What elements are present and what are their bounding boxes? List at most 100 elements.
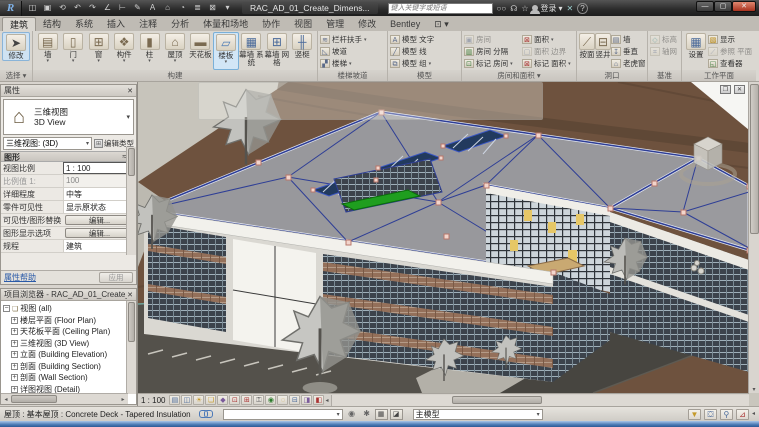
tab-structure[interactable]: 结构 (36, 17, 68, 31)
grid-button[interactable]: ⌗ 轴网 (650, 46, 679, 57)
model-group-button[interactable]: ⧉ 模型 组▾ (390, 58, 459, 69)
design-option-dropdown[interactable]: 主模型▾ (413, 409, 543, 420)
sign-in-button[interactable]: 登录 ▾ (532, 3, 562, 14)
tree-item-elevation[interactable]: + 立面 (Building Elevation) (3, 349, 136, 361)
display-options-edit-button[interactable]: 编辑... (65, 228, 134, 238)
restore-view-window-icon[interactable]: ❐ (720, 85, 731, 94)
tree-root-views[interactable]: − ❏ 视图 (all) (3, 303, 136, 315)
tag-area-button[interactable]: ⊠ 标记 面积▾ (522, 58, 574, 69)
model-line-button[interactable]: ╱ 模型 线 (390, 46, 459, 57)
tag-room-button[interactable]: ⊡ 标记 房间▾ (464, 58, 516, 69)
curtain-grid-button[interactable]: ⊞ 幕墙 网格 (264, 32, 289, 70)
collapse-icon[interactable]: − (3, 305, 10, 312)
curtain-system-button[interactable]: ▦ 幕墙 系统 (239, 32, 264, 70)
maximize-button[interactable]: ▢ (714, 1, 732, 12)
browser-close-icon[interactable]: ✕ (127, 291, 133, 299)
reveal-hidden-elements-icon[interactable]: ◌ (277, 395, 288, 405)
design-options-icon[interactable]: ▦ (375, 409, 388, 420)
temporary-view-properties-icon[interactable]: ◨ (301, 395, 312, 405)
tab-annotate[interactable]: 注释 (132, 17, 164, 31)
text-icon[interactable]: A (146, 2, 159, 14)
properties-help-link[interactable]: 属性帮助 (4, 272, 36, 283)
expand-icon[interactable]: + (11, 386, 18, 393)
tab-analyze[interactable]: 分析 (164, 17, 196, 31)
undo-icon[interactable]: ↶ (71, 2, 84, 14)
ramp-button[interactable]: ◺ 坡道 (320, 46, 385, 57)
binoculars-search-icon[interactable]: ○○ (497, 4, 507, 13)
tab-insert[interactable]: 插入 (100, 17, 132, 31)
vg-edit-button[interactable]: 编辑... (65, 215, 134, 225)
crop-view-icon[interactable]: ⊡ (229, 395, 240, 405)
tree-item-ceiling-plan[interactable]: + 天花板平面 (Ceiling Plan) (3, 326, 136, 338)
vertical-opening-button[interactable]: ↧ 垂直 (611, 46, 646, 57)
filter-icon[interactable]: ⊿ (736, 409, 749, 420)
visual-style-icon[interactable]: ◫ (181, 395, 192, 405)
properties-scrollbar[interactable] (126, 147, 136, 255)
redo-icon[interactable]: ↷ (86, 2, 99, 14)
column-button[interactable]: ▮ 柱▾ (137, 32, 162, 70)
thin-lines-icon[interactable]: ≣ (191, 2, 204, 14)
shadows-icon[interactable]: ❏ (205, 395, 216, 405)
panel-label-select[interactable]: 选择 ▾ (0, 70, 32, 81)
editable-only-person-icon[interactable]: ◉ (346, 409, 358, 420)
minimize-button[interactable]: — (696, 1, 714, 12)
expand-icon[interactable]: + (11, 340, 18, 347)
expand-icon[interactable]: + (11, 351, 18, 358)
type-selector-caret-icon[interactable]: ▾ (126, 113, 133, 121)
model-text-button[interactable]: A 模型 文字 (390, 34, 459, 45)
select-links-icon[interactable]: ▼ (688, 409, 701, 420)
select-underlay-icon[interactable]: ⛋ (704, 409, 717, 420)
close-hidden-windows-icon[interactable]: ⊠ (206, 2, 219, 14)
show-rendering-icon[interactable]: ◆ (217, 395, 228, 405)
communication-center-icon[interactable]: ☊ (510, 4, 517, 13)
panel-label-room-area[interactable]: 房间和面积 ▾ (462, 70, 576, 81)
dimension-icon[interactable]: ⊢ (116, 2, 129, 14)
worksharing-display-icon[interactable]: ⊟ (289, 395, 300, 405)
tab-modify[interactable]: 修改 (351, 17, 383, 31)
exchange-apps-icon[interactable]: ✕ (567, 4, 574, 13)
help-icon[interactable]: ? (577, 3, 587, 14)
locked-3d-view-icon[interactable]: ⚿ (253, 395, 264, 405)
default-3d-view-icon[interactable]: ⌂ (161, 2, 174, 14)
favorites-star-icon[interactable]: ☆ (521, 4, 528, 13)
dormer-opening-button[interactable]: ⌂ 老虎窗 (611, 58, 646, 69)
show-workplane-button[interactable]: ▧ 显示 (708, 34, 752, 45)
tag-icon[interactable]: ✎ (131, 2, 144, 14)
3d-view-scene[interactable] (138, 82, 749, 393)
mullion-button[interactable]: ╫ 竖梃 (290, 32, 315, 70)
close-view-window-icon[interactable]: ✕ (734, 85, 745, 94)
drawing-area[interactable]: ❐ ✕ ▾ 1 : 100 ▤ ◫ ☀ ❏ ◆ ⊡ ⊞ ⚿ ◉ ◌ ⊟ ◨ ◧ (137, 82, 759, 406)
window-button[interactable]: ⊞ 窗▾ (86, 32, 111, 70)
tab-architecture[interactable]: 建筑 (2, 17, 36, 31)
component-button[interactable]: ❖ 构件▾ (111, 32, 136, 70)
tree-item-detail[interactable]: + 详图视图 (Detail) (3, 384, 136, 394)
ref-plane-button[interactable]: ⟋ 参照 平面 (708, 46, 752, 57)
view-filter-dropdown[interactable]: 三维视图: (3D)▾ (3, 137, 92, 150)
room-separator-button[interactable]: ▥ 房间 分隔 (464, 46, 516, 57)
exclude-options-icon[interactable]: ◪ (390, 409, 403, 420)
canvas-hscrollbar[interactable] (331, 395, 749, 406)
level-button[interactable]: ◇ 标高 (650, 34, 679, 45)
search-input[interactable] (388, 3, 493, 14)
room-button[interactable]: ▣ 房间 (464, 34, 516, 45)
open-icon[interactable]: ◫ (26, 2, 39, 14)
area-boundary-button[interactable]: ▢ 面积 边界 (522, 46, 574, 57)
modify-button[interactable]: ➤ 修改 (2, 32, 30, 61)
type-selector[interactable]: ⌂ 三维视图 3D View ▾ (3, 99, 134, 135)
tab-view[interactable]: 视图 (287, 17, 319, 31)
properties-close-icon[interactable]: ✕ (127, 87, 133, 95)
application-menu-button[interactable]: R (0, 1, 22, 16)
tree-item-building-section[interactable]: + 剖面 (Building Section) (3, 361, 136, 373)
expand-icon[interactable]: + (11, 363, 18, 370)
viewer-button[interactable]: ◱ 查看器 (708, 58, 752, 69)
stairs-button[interactable]: ▞ 楼梯▾ (320, 58, 385, 69)
expand-icon[interactable]: + (11, 317, 18, 324)
section-icon[interactable]: ◔ (176, 2, 189, 14)
sync-icon[interactable]: ⟲ (56, 2, 69, 14)
detail-level-icon[interactable]: ▤ (169, 395, 180, 405)
floor-button[interactable]: ▱ 楼板▾ (213, 32, 239, 70)
close-button[interactable]: ✕ (732, 1, 756, 12)
ribbon-state-toggle[interactable]: ⊡ ▾ (427, 17, 456, 31)
door-button[interactable]: ▯ 门▾ (60, 32, 85, 70)
tree-item-3d-view[interactable]: + 三维视图 (3D View) (3, 338, 136, 350)
